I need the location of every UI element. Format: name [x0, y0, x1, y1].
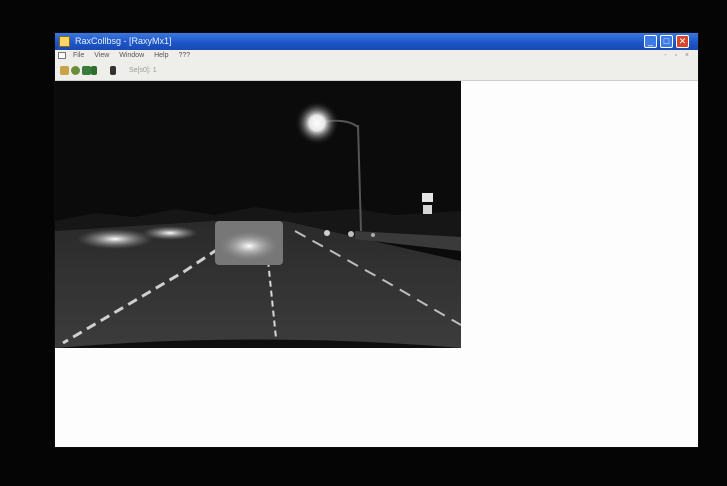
close-button[interactable]: ✕	[676, 35, 689, 48]
menu-bar: File View Window Help ??? - ▫ ×	[55, 50, 698, 61]
client-area	[55, 81, 698, 447]
play-icon[interactable]	[82, 66, 91, 75]
minimize-button[interactable]: _	[644, 35, 657, 48]
window-title: RaxCollbsg - [RaxyMx1]	[75, 36, 172, 46]
app-window: RaxCollbsg - [RaxyMx1] _ □ ✕ File View W…	[55, 33, 698, 447]
open-folder-icon[interactable]	[60, 66, 69, 75]
pause-icon[interactable]	[110, 66, 116, 75]
maximize-button[interactable]: □	[660, 35, 673, 48]
menu-view[interactable]: View	[94, 52, 109, 59]
toolbar: Se[s0]: 1	[55, 61, 698, 81]
check-icon[interactable]	[91, 66, 97, 75]
status-field: Se[s0]: 1	[129, 67, 157, 74]
menu-extra[interactable]: ???	[178, 52, 190, 59]
video-frame	[55, 81, 462, 349]
menu-window[interactable]: Window	[119, 52, 144, 59]
title-bar[interactable]: RaxCollbsg - [RaxyMx1] _ □ ✕	[55, 33, 698, 50]
record-icon[interactable]	[71, 66, 80, 75]
mdi-controls[interactable]: - ▫ ×	[664, 50, 692, 61]
menu-file[interactable]: File	[73, 52, 84, 59]
night-road-image	[55, 81, 462, 349]
document-icon[interactable]	[58, 52, 66, 59]
app-icon	[59, 36, 70, 47]
menu-help[interactable]: Help	[154, 52, 168, 59]
